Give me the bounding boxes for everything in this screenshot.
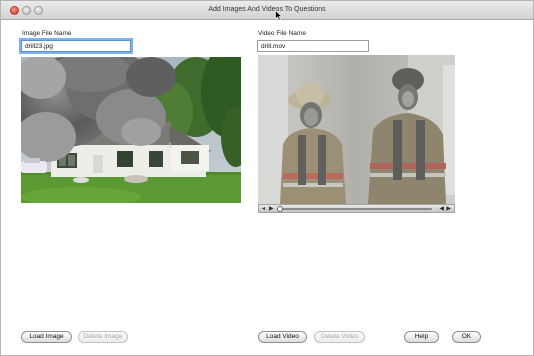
video-scrubber-track[interactable] <box>279 208 432 210</box>
delete-video-button[interactable]: Delete Video <box>314 331 365 343</box>
video-file-name-field[interactable]: drill.mov <box>257 40 369 52</box>
play-icon[interactable]: ▶ <box>269 206 274 212</box>
ok-button[interactable]: OK <box>452 331 481 343</box>
volume-icon[interactable]: ◂ <box>262 206 265 212</box>
rewind-icon[interactable]: ◀ <box>439 206 444 212</box>
fast-forward-icon[interactable]: ▶ <box>446 206 451 212</box>
title-bar[interactable]: Add Images And Videos To Questions <box>1 1 533 21</box>
dialog-content: Image File Name drill23.jpg Video File N… <box>1 20 533 355</box>
help-button[interactable]: Help <box>404 331 439 343</box>
window-title: Add Images And Videos To Questions <box>208 6 326 13</box>
image-file-name-label: Image File Name <box>22 30 72 37</box>
video-controller[interactable]: ◂ ▶ ◀ ▶ <box>258 204 455 213</box>
video-file-name-label: Video File Name <box>258 30 306 37</box>
firefighters-video-frame <box>258 55 455 204</box>
burning-house-photo <box>21 57 241 203</box>
load-video-button[interactable]: Load Video <box>258 331 307 343</box>
video-preview <box>258 55 455 204</box>
delete-image-button[interactable]: Delete Image <box>78 331 128 343</box>
image-file-name-field[interactable]: drill23.jpg <box>21 40 131 52</box>
dialog-window: Add Images And Videos To Questions Image… <box>0 0 534 356</box>
video-scrubber-thumb[interactable] <box>277 206 283 212</box>
load-image-button[interactable]: Load Image <box>21 331 72 343</box>
image-preview <box>21 57 241 203</box>
